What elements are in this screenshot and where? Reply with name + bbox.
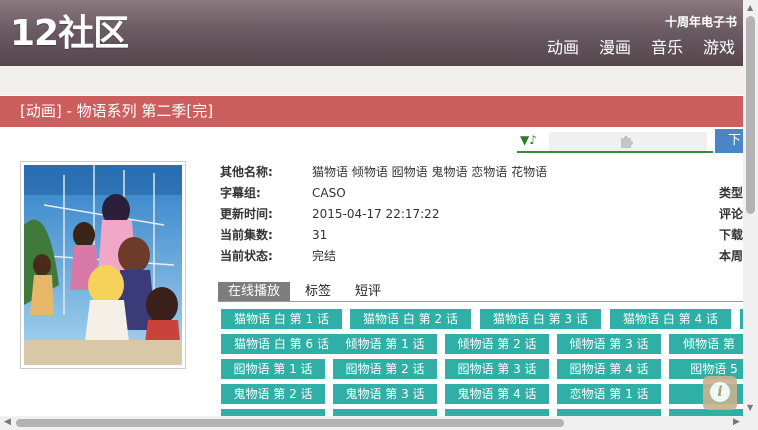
cover-image [20, 161, 186, 369]
anniversary-link[interactable]: 十周年电子书 [665, 13, 737, 30]
episode-button[interactable]: 倾物语 第 [669, 334, 743, 354]
side-label-comments: 评论 [719, 207, 743, 221]
info-row: 当前状态: 完结 [220, 249, 337, 263]
vertical-scrollbar[interactable]: ▲ ▼ [743, 0, 758, 416]
nav-music[interactable]: 音乐 [651, 38, 683, 58]
tab-short-reviews[interactable]: 短评 [355, 282, 381, 301]
episode-button[interactable] [557, 409, 661, 416]
scroll-right-arrow-icon[interactable]: ▶ [733, 417, 740, 427]
info-icon: i [710, 382, 730, 402]
episode-button[interactable]: 囮物语 第 4 话 [557, 359, 661, 379]
side-label-type: 类型 [719, 186, 743, 200]
puzzle-icon [619, 133, 635, 153]
music-player[interactable]: ▼♪ [517, 131, 713, 153]
episode-button[interactable]: 鬼物语 第 2 话 [221, 384, 325, 404]
download-button[interactable]: 下 [715, 129, 743, 153]
episode-button[interactable]: 囮物语 第 1 话 [221, 359, 325, 379]
side-label-download: 下载 [719, 228, 743, 242]
music-note-icon[interactable]: ▼♪ [520, 133, 537, 147]
info-row: 当前集数: 31 [220, 228, 328, 242]
episode-button[interactable]: 鬼物语 第 3 话 [333, 384, 437, 404]
horizontal-scrollbar[interactable]: ◀ ▶ [0, 416, 758, 430]
episode-button[interactable]: 猫物语 白 第 2 话 [350, 309, 471, 329]
info-row: 更新时间: 2015-04-17 22:17:22 [220, 207, 440, 221]
episode-button[interactable] [333, 409, 437, 416]
episode-button[interactable]: 鬼物语 第 4 话 [445, 384, 549, 404]
header-band [0, 66, 743, 95]
nav-anime[interactable]: 动画 [547, 38, 579, 58]
nav-manga[interactable]: 漫画 [599, 38, 631, 58]
site-header: 12社区 十周年电子书 动画 漫画 音乐 游戏 [0, 0, 743, 66]
episode-button[interactable] [445, 409, 549, 416]
episode-button[interactable]: 倾物语 第 3 话 [557, 334, 661, 354]
nav-games[interactable]: 游戏 [703, 38, 735, 58]
tab-tags[interactable]: 标签 [305, 282, 331, 301]
episode-button[interactable] [669, 409, 743, 416]
tab-bar: 在线播放 标签 短评 [218, 282, 743, 302]
scroll-up-arrow-icon[interactable]: ▲ [747, 3, 753, 12]
tab-online-play[interactable]: 在线播放 [218, 282, 291, 301]
episode-button[interactable]: 倾物语 第 2 话 [445, 334, 549, 354]
scroll-down-arrow-icon[interactable]: ▼ [747, 403, 753, 412]
episode-button[interactable]: 囮物语 第 3 话 [445, 359, 549, 379]
horizontal-scroll-thumb[interactable] [16, 419, 564, 427]
episode-button[interactable]: 猫物语 白 第 3 话 [480, 309, 601, 329]
side-info: 类型 评论 下载 本周 [719, 183, 743, 267]
page-title-bar: [动画] - 物语系列 第二季[完] [0, 96, 743, 127]
info-row: 其他名称: 猫物语 倾物语 囮物语 鬼物语 恋物语 花物语 [220, 165, 548, 179]
episode-button[interactable]: 囮物语 第 2 话 [333, 359, 437, 379]
episode-button[interactable] [221, 409, 325, 416]
page-title: [动画] - 物语系列 第二季[完] [20, 102, 214, 120]
info-table: 其他名称: 猫物语 倾物语 囮物语 鬼物语 恋物语 花物语 字幕组: CASO 更新… [220, 162, 547, 267]
episode-button[interactable]: 猫物语 白 第 4 话 [610, 309, 731, 329]
site-logo[interactable]: 12社区 [10, 14, 129, 54]
episode-button[interactable]: 猫物语 白 第 6 话 [221, 334, 342, 354]
vertical-scroll-thumb[interactable] [746, 16, 755, 214]
side-label-weekly: 本周 [719, 249, 743, 263]
page: 12社区 十周年电子书 动画 漫画 音乐 游戏 [动画] - 物语系列 第二季[… [0, 0, 743, 416]
info-row: 字幕组: CASO [220, 186, 346, 200]
cover-artwork [24, 165, 182, 365]
info-button[interactable]: i [703, 376, 737, 410]
scroll-left-arrow-icon[interactable]: ◀ [4, 417, 11, 427]
main-nav: 动画 漫画 音乐 游戏 [547, 38, 735, 58]
episode-button[interactable]: 倾物语 第 1 话 [333, 334, 437, 354]
episode-button[interactable]: 恋物语 第 1 话 [557, 384, 661, 404]
player-plugin-slot[interactable] [549, 132, 707, 151]
episode-button[interactable]: 猫物语 白 第 1 话 [221, 309, 342, 329]
